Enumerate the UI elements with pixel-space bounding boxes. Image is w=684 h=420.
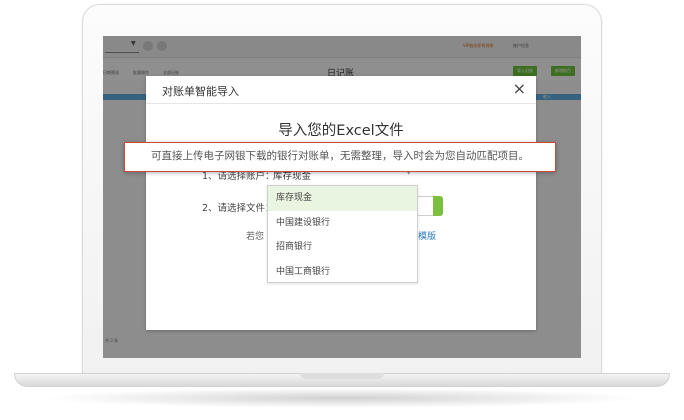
download-template-link[interactable]: 模版 bbox=[418, 229, 436, 242]
template-hint: 若您 bbox=[246, 232, 265, 242]
dropdown-option-cmb[interactable]: 招商银行 bbox=[268, 235, 417, 260]
feature-callout: 可直接上传电子网银下载的银行对账单，无需整理，导入时会为您自动匹配项目。 bbox=[124, 142, 556, 172]
file-label: 2、请选择文件： bbox=[202, 203, 275, 214]
dialog-title: 对账单智能导入 bbox=[162, 85, 239, 98]
laptop-notch bbox=[300, 373, 384, 379]
dropdown-option-icbc[interactable]: 中国工商银行 bbox=[268, 260, 417, 285]
dialog-header: 对账单智能导入 × bbox=[146, 76, 536, 104]
dialog-heading: 导入您的Excel文件 bbox=[278, 123, 404, 139]
dropdown-option-ccb[interactable]: 中国建设银行 bbox=[268, 211, 417, 236]
account-dropdown: 库存现金 中国建设银行 招商银行 中国工商银行 bbox=[267, 185, 418, 283]
dropdown-option-cash[interactable]: 库存现金 bbox=[268, 186, 417, 211]
close-icon[interactable]: × bbox=[513, 80, 526, 98]
browse-file-button[interactable] bbox=[433, 196, 443, 216]
laptop-shadow bbox=[40, 388, 644, 408]
